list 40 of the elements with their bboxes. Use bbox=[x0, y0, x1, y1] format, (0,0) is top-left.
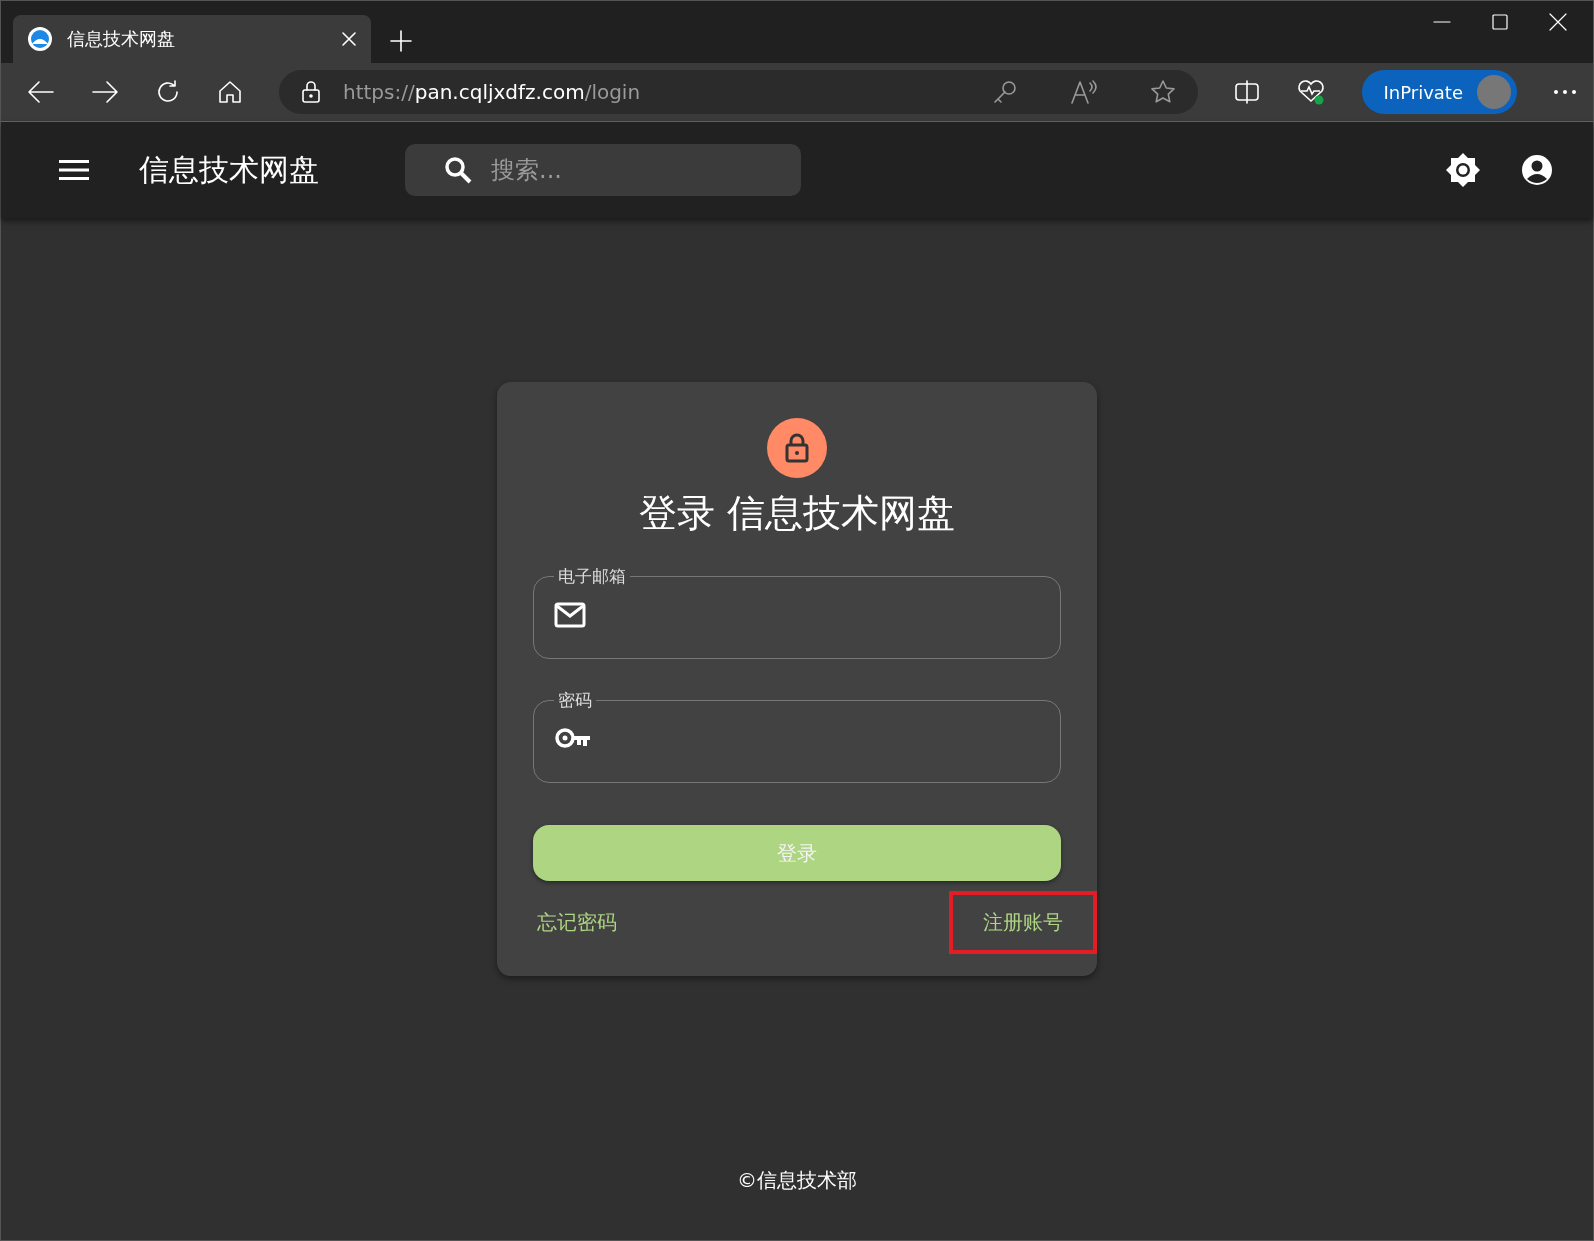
input-field[interactable]: 密码 bbox=[533, 689, 1061, 783]
link[interactable]: 忘记密码 bbox=[533, 891, 621, 954]
read-aloud-icon[interactable] bbox=[1069, 79, 1098, 105]
inprivate-button[interactable]: InPrivate bbox=[1361, 70, 1517, 114]
search-field[interactable]: 搜索... bbox=[405, 144, 801, 196]
star-icon[interactable] bbox=[1149, 79, 1176, 105]
forward-icon[interactable] bbox=[91, 80, 119, 104]
brightness-icon[interactable] bbox=[1445, 152, 1481, 188]
search-icon bbox=[443, 155, 473, 185]
search-input[interactable]: 搜索... bbox=[489, 155, 793, 185]
key-icon bbox=[554, 726, 592, 750]
avatar-icon bbox=[1475, 73, 1513, 111]
lock-icon bbox=[301, 80, 321, 104]
maximize-icon[interactable] bbox=[1491, 13, 1509, 31]
heart-pulse-icon[interactable] bbox=[1295, 79, 1326, 105]
home-icon[interactable] bbox=[217, 79, 243, 105]
lock-avatar bbox=[767, 418, 827, 478]
new-tab-icon[interactable] bbox=[389, 29, 413, 53]
browser-tab[interactable]: 信息技术网盘 bbox=[13, 15, 371, 63]
address-bar[interactable]: https://pan.cqljxdfz.com/login bbox=[279, 70, 1198, 114]
login-title: 登录 信息技术网盘 bbox=[638, 490, 956, 537]
site-logo-icon bbox=[27, 26, 53, 52]
tab-title: 信息技术网盘 bbox=[67, 27, 176, 51]
close-tab-icon[interactable] bbox=[341, 31, 357, 47]
envelope-icon bbox=[554, 602, 586, 628]
back-icon[interactable] bbox=[27, 80, 55, 104]
field-label: 电子邮箱 bbox=[557, 565, 627, 588]
link[interactable]: 注册账号 bbox=[949, 891, 1097, 954]
split-screen-icon[interactable] bbox=[1233, 80, 1260, 104]
footer-text: ©信息技术部 bbox=[737, 1167, 857, 1194]
field-label: 密码 bbox=[557, 689, 593, 712]
input-field[interactable]: 电子邮箱 bbox=[533, 565, 1061, 659]
url-text: https://pan.cqljxdfz.com/login bbox=[343, 80, 642, 104]
menu-icon[interactable] bbox=[59, 159, 89, 181]
key-icon[interactable] bbox=[991, 79, 1018, 105]
refresh-icon[interactable] bbox=[155, 79, 181, 105]
app-title: 信息技术网盘 bbox=[139, 150, 319, 189]
account-icon[interactable] bbox=[1521, 154, 1553, 186]
more-icon[interactable] bbox=[1553, 89, 1577, 95]
close-icon[interactable] bbox=[1549, 13, 1567, 31]
